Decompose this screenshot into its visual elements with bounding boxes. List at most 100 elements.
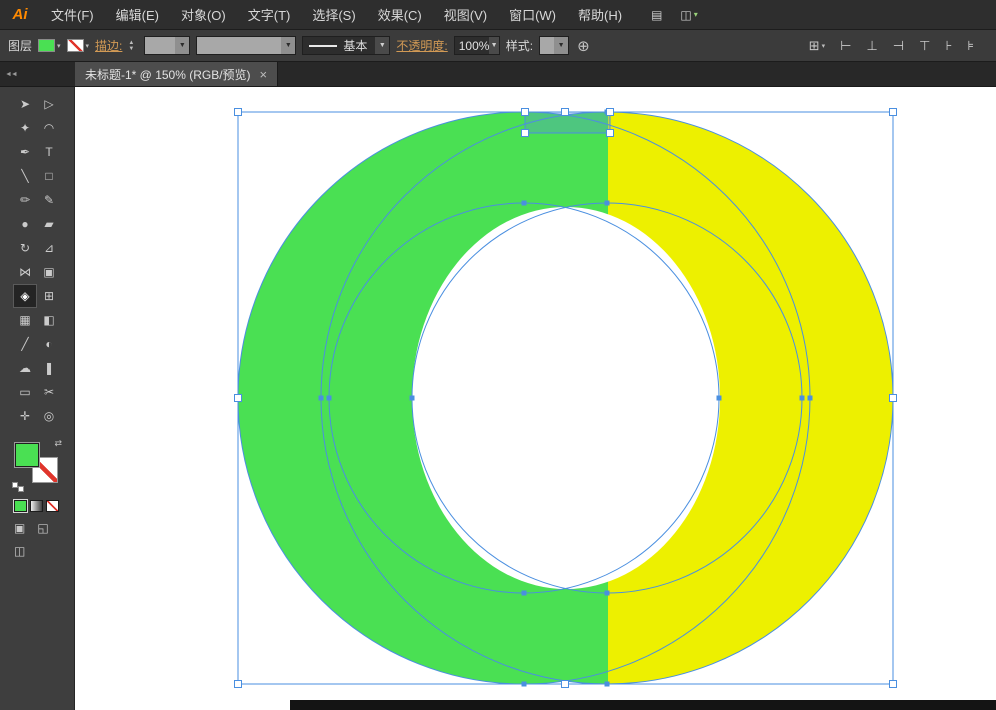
none-slash-icon (47, 501, 58, 511)
stroke-color-swatch[interactable] (67, 39, 84, 52)
magic-wand-tool[interactable]: ✦ (13, 116, 37, 140)
control-bar: 图层 ▾ ▾ 描边: ▲ ▼ ▼ ▼ 基本 ▼ 不透明度: 100% ▼ 样式:… (0, 30, 996, 62)
document-tab-title: 未标题-1* @ 150% (RGB/预览) (85, 66, 251, 83)
menu-item-5[interactable]: 选择(S) (301, 0, 366, 29)
chevron-down-icon[interactable]: ▼ (175, 37, 189, 54)
document-tab[interactable]: 未标题-1* @ 150% (RGB/预览) × (75, 62, 278, 86)
scale-tool[interactable]: ⊿ (37, 236, 61, 260)
menu-item-2[interactable]: 编辑(E) (105, 0, 170, 29)
none-paint-button[interactable] (46, 500, 59, 512)
chevron-down-icon: ▾ (86, 42, 90, 50)
menu-item-1[interactable]: 文件(F) (40, 0, 105, 29)
chevron-down-icon[interactable]: ▼ (375, 37, 389, 54)
direct-selection-tool[interactable]: ▷ (37, 92, 61, 116)
document-tab-bar: ◄◄ 未标题-1* @ 150% (RGB/预览) × (0, 62, 996, 87)
mini-stroke-square (18, 486, 24, 492)
pencil-tool[interactable]: ✎ (37, 188, 61, 212)
align-right-icon[interactable]: ⊣ (893, 38, 904, 54)
blend-tool[interactable]: ◐ (37, 332, 61, 356)
workspace-switcher-icon[interactable]: ◫ ▾ (680, 8, 697, 22)
color-paint-button[interactable] (14, 500, 27, 512)
slice-tool[interactable]: ✂ (37, 380, 61, 404)
zoom-tool[interactable]: ◎ (37, 404, 61, 428)
fill-color-dropdown[interactable]: ▾ (38, 39, 61, 52)
chevron-down-icon: ▾ (57, 42, 61, 50)
column-graph-tool[interactable]: ❚ (37, 356, 61, 380)
brush-definition-select[interactable]: 基本 ▼ (302, 36, 390, 55)
align-icon-cluster: ⊞▾ ⊢ ⊥ ⊣ ⊤ ⊦ ⊧ (809, 38, 988, 54)
default-fill-stroke-icon[interactable] (12, 482, 24, 492)
rotate-tool[interactable]: ↻ (13, 236, 37, 260)
shape-builder-tool[interactable]: ◈ (13, 284, 37, 308)
menu-items: 文件(F)编辑(E)对象(O)文字(T)选择(S)效果(C)视图(V)窗口(W)… (40, 0, 633, 29)
style-select[interactable]: ▼ (539, 36, 569, 55)
eyedropper-tool[interactable]: ╱ (13, 332, 37, 356)
screen-mode-icon[interactable]: ◫ (14, 544, 25, 558)
eraser-tool[interactable]: ▰ (37, 212, 61, 236)
paint-mode-row (14, 500, 60, 512)
stroke-color-dropdown[interactable]: ▾ (67, 39, 90, 52)
selection-tool[interactable]: ➤ (13, 92, 37, 116)
globe-icon[interactable]: ⊕ (577, 37, 590, 55)
transform-panel-icon[interactable]: ⊞▾ (809, 38, 825, 54)
chevron-down-icon: ▾ (822, 42, 826, 50)
variable-width-profile-select[interactable]: ▼ (196, 36, 296, 55)
mesh-tool[interactable]: ▦ (13, 308, 37, 332)
chevron-down-icon[interactable]: ▼ (489, 37, 498, 54)
drawing-mode-row: ▣◱ (14, 521, 60, 535)
distribute-top-icon[interactable]: ⊤ (919, 38, 930, 54)
draw-behind-mode-icon[interactable]: ◱ (37, 521, 48, 535)
chevron-down-icon[interactable]: ▼ (554, 37, 568, 54)
mini-fill-square (12, 482, 18, 488)
draw-normal-mode-icon[interactable]: ▣ (14, 521, 25, 535)
gradient-tool[interactable]: ◧ (37, 308, 61, 332)
arrange-documents-icon[interactable]: ▤ (651, 8, 662, 22)
style-label: 样式: (506, 37, 533, 54)
lasso-tool[interactable]: ◠ (37, 116, 61, 140)
selection-type-label: 图层 (8, 37, 32, 54)
menu-item-8[interactable]: 窗口(W) (498, 0, 567, 29)
menu-item-9[interactable]: 帮助(H) (567, 0, 633, 29)
pen-tool[interactable]: ✒ (13, 140, 37, 164)
menu-item-6[interactable]: 效果(C) (367, 0, 433, 29)
opacity-link[interactable]: 不透明度: (396, 37, 447, 54)
blob-brush-tool[interactable]: ● (13, 212, 37, 236)
opacity-select[interactable]: 100% ▼ (454, 36, 500, 55)
stroke-weight-select[interactable]: ▼ (144, 36, 190, 55)
align-center-icon[interactable]: ⊥ (866, 38, 877, 54)
arrange-documents-glyph: ▤ (651, 8, 662, 22)
menu-item-3[interactable]: 对象(O) (170, 0, 237, 29)
stepper-down-icon[interactable]: ▼ (128, 46, 138, 52)
perspective-grid-tool[interactable]: ⊞ (37, 284, 61, 308)
width-tool[interactable]: ⋈ (13, 260, 37, 284)
tab-close-icon[interactable]: × (260, 67, 268, 82)
swap-fill-stroke-icon[interactable]: ⇄ (54, 438, 62, 449)
artboard-canvas[interactable] (75, 87, 996, 710)
stroke-link[interactable]: 描边: (95, 37, 122, 54)
symbol-sprayer-tool[interactable]: ☁ (13, 356, 37, 380)
chevron-down-icon: ▾ (694, 10, 698, 19)
distribute-bottom-icon[interactable]: ⊧ (967, 38, 974, 54)
gradient-paint-button[interactable] (30, 500, 43, 512)
menu-item-4[interactable]: 文字(T) (237, 0, 302, 29)
line-segment-tool[interactable]: ╲ (13, 164, 37, 188)
illustrator-logo: Ai (0, 0, 40, 29)
workspace-glyph: ◫ (680, 8, 691, 22)
artboard-tool[interactable]: ▭ (13, 380, 37, 404)
chevron-down-icon[interactable]: ▼ (281, 37, 295, 54)
free-transform-tool[interactable]: ▣ (37, 260, 61, 284)
screen-mode-row: ◫ (14, 544, 60, 558)
hand-tool[interactable]: ✛ (13, 404, 37, 428)
menu-item-7[interactable]: 视图(V) (433, 0, 498, 29)
align-left-icon[interactable]: ⊢ (840, 38, 851, 54)
fill-stroke-indicator: ⇄ (14, 442, 60, 488)
fill-swatch[interactable] (14, 442, 40, 468)
fill-color-swatch[interactable] (38, 39, 55, 52)
toolbar-collapse-button[interactable]: ◄◄ (0, 62, 75, 86)
brush-definition-value: 基本 (343, 37, 367, 54)
stroke-weight-stepper[interactable]: ▲ ▼ (128, 40, 138, 52)
distribute-center-icon[interactable]: ⊦ (945, 38, 952, 54)
type-tool[interactable]: T (37, 140, 61, 164)
rectangle-tool[interactable]: □ (37, 164, 61, 188)
paintbrush-tool[interactable]: ✏ (13, 188, 37, 212)
